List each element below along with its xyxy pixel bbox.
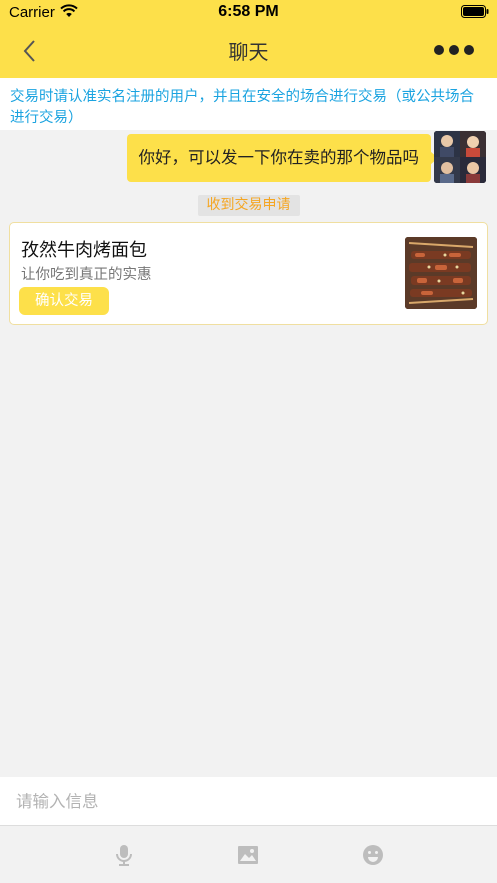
system-tip-label: 收到交易申请 bbox=[197, 195, 300, 216]
microphone-icon[interactable] bbox=[112, 843, 136, 867]
message-bubble: 你好，可以发一下你在卖的那个物品吗 bbox=[126, 134, 438, 182]
status-time: 6:58 PM bbox=[218, 3, 279, 20]
confirm-trade-button[interactable]: 确认交易 bbox=[19, 287, 109, 315]
status-bar: Carrier 6:58 PM bbox=[0, 0, 497, 24]
trade-card[interactable]: 孜然牛肉烤面包 让你吃到真正的实惠 确认交易 bbox=[9, 222, 488, 325]
message-input[interactable] bbox=[8, 782, 488, 820]
avatar-image bbox=[434, 131, 486, 183]
avatar bbox=[434, 131, 486, 183]
battery-icon bbox=[461, 5, 489, 18]
page-title: 聊天 bbox=[228, 40, 269, 64]
product-image bbox=[405, 237, 477, 309]
image-icon[interactable] bbox=[236, 843, 260, 867]
product-subtitle: 让你吃到真正的实惠 bbox=[21, 267, 152, 283]
input-toolbar bbox=[0, 825, 497, 883]
more-dots-icon[interactable] bbox=[433, 43, 475, 57]
emoji-icon[interactable] bbox=[361, 843, 385, 867]
system-tip: 收到交易申请 bbox=[0, 194, 497, 216]
product-title: 孜然牛肉烤面包 bbox=[21, 240, 147, 261]
product-photo bbox=[405, 237, 477, 309]
header: Carrier 6:58 PM 聊天 bbox=[0, 0, 497, 78]
safety-notice: 交易时请认准实名注册的用户，并且在安全的场合进行交易（或公共场合进行交易） bbox=[0, 78, 497, 130]
message-input-bar bbox=[0, 777, 497, 825]
